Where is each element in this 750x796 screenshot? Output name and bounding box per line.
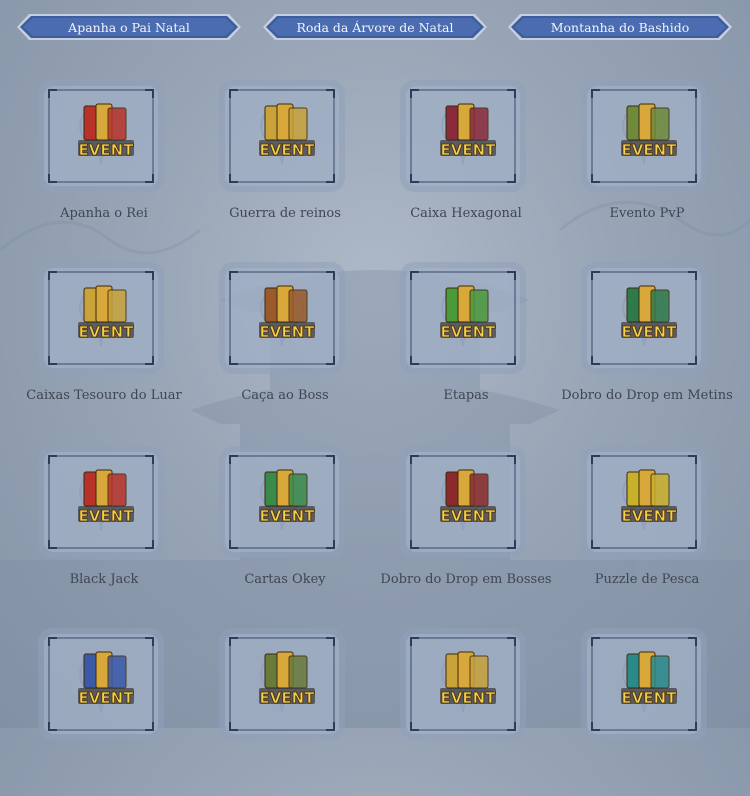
event-label: Caixas Tesouro do Luar <box>26 388 182 403</box>
tab-label: Roda da Árvore de Natal <box>296 19 454 35</box>
event-tile: EVENT Dobro do Drop em Bosses <box>380 444 566 614</box>
boss-hunt-icon: EVENT <box>255 282 319 346</box>
event-button[interactable]: EVENT <box>217 626 347 742</box>
event-badge-text: EVENT <box>622 141 678 159</box>
event-badge-text: EVENT <box>260 141 316 159</box>
tab-christmas-tree-wheel[interactable]: Roda da Árvore de Natal <box>263 13 487 41</box>
tab-bashido-mountain[interactable]: Montanha do Bashido <box>508 13 732 41</box>
tab-catch-santa[interactable]: Apanha o Pai Natal <box>17 13 241 41</box>
event-tile: EVENT Puzzle de Pesca <box>567 444 747 614</box>
event-tile: EVENT <box>205 626 385 796</box>
event-tile: EVENT <box>386 626 566 796</box>
event-badge-text: EVENT <box>79 141 135 159</box>
event-badge-text: EVENT <box>260 507 316 525</box>
event-tile: EVENT Caixa Hexagonal <box>386 78 566 248</box>
event-button[interactable]: EVENT <box>579 78 709 194</box>
bow-weapon-icon: EVENT <box>255 648 319 712</box>
event-label: Dobro do Drop em Metins <box>561 388 733 403</box>
event-tile: EVENT Dobro do Drop em Metins <box>561 260 747 430</box>
event-label: Caixa Hexagonal <box>410 206 522 221</box>
event-badge: EVENT <box>78 323 135 342</box>
event-button[interactable]: EVENT <box>217 260 347 376</box>
event-label: Cartas Okey <box>244 572 326 587</box>
event-badge-text: EVENT <box>441 689 497 707</box>
event-button[interactable]: EVENT <box>217 78 347 194</box>
tab-label: Montanha do Bashido <box>550 19 690 35</box>
event-label: Puzzle de Pesca <box>594 572 700 587</box>
boss-drop-icon: EVENT <box>436 466 500 530</box>
okey-cards-icon: EVENT <box>255 466 319 530</box>
dragon-icon: EVENT <box>617 648 681 712</box>
event-badge-text: EVENT <box>622 507 678 525</box>
event-button[interactable]: EVENT <box>398 626 528 742</box>
event-tile: EVENT Black Jack <box>24 444 204 614</box>
event-badge-text: EVENT <box>79 507 135 525</box>
event-tile: EVENT <box>567 626 747 796</box>
event-badge: EVENT <box>440 507 497 526</box>
tab-label: Apanha o Pai Natal <box>68 19 190 35</box>
event-tile: EVENT Guerra de reinos <box>205 78 385 248</box>
kingdom-banners-icon: EVENT <box>255 100 319 164</box>
event-tile: EVENT Apanha o Rei <box>24 78 204 248</box>
event-badge-text: EVENT <box>622 689 678 707</box>
event-badge: EVENT <box>621 689 678 708</box>
event-button[interactable]: EVENT <box>36 78 166 194</box>
event-button[interactable]: EVENT <box>398 444 528 560</box>
crossed-swords-icon: EVENT <box>617 100 681 164</box>
event-label: Caça ao Boss <box>241 388 329 403</box>
event-label: Evento PvP <box>609 206 685 221</box>
green-claw-icon: EVENT <box>436 282 500 346</box>
event-tile: EVENT Cartas Okey <box>205 444 385 614</box>
event-badge: EVENT <box>259 323 316 342</box>
event-badge: EVENT <box>78 141 135 160</box>
event-badge: EVENT <box>259 507 316 526</box>
event-badge-text: EVENT <box>260 323 316 341</box>
event-badge: EVENT <box>621 323 678 342</box>
cards-crown-icon: EVENT <box>74 100 138 164</box>
gems-icon: EVENT <box>436 648 500 712</box>
event-button[interactable]: EVENT <box>36 626 166 742</box>
event-badge-text: EVENT <box>79 689 135 707</box>
metin-stone-icon: EVENT <box>617 282 681 346</box>
event-badge-text: EVENT <box>441 141 497 159</box>
books-icon: EVENT <box>74 648 138 712</box>
event-label: Apanha o Rei <box>60 206 148 221</box>
event-button[interactable]: EVENT <box>36 260 166 376</box>
event-badge: EVENT <box>259 141 316 160</box>
event-tile: EVENT Caça ao Boss <box>205 260 385 430</box>
event-button[interactable]: EVENT <box>579 444 709 560</box>
event-badge: EVENT <box>78 507 135 526</box>
event-button[interactable]: EVENT <box>398 78 528 194</box>
event-badge: EVENT <box>440 323 497 342</box>
event-badge: EVENT <box>440 689 497 708</box>
event-badge-text: EVENT <box>441 507 497 525</box>
event-badge: EVENT <box>440 141 497 160</box>
event-label: Etapas <box>443 388 489 403</box>
event-label: Black Jack <box>69 572 139 587</box>
event-badge-text: EVENT <box>79 323 135 341</box>
event-label: Guerra de reinos <box>229 206 341 221</box>
event-tile: EVENT Etapas <box>386 260 566 430</box>
event-badge: EVENT <box>259 689 316 708</box>
fishing-puzzle-icon: EVENT <box>617 466 681 530</box>
event-tile: EVENT Caixas Tesouro do Luar <box>24 260 204 430</box>
playing-cards-icon: EVENT <box>74 466 138 530</box>
event-tile: EVENT Evento PvP <box>567 78 747 248</box>
hexagon-box-icon: EVENT <box>436 100 500 164</box>
gold-chest-icon: EVENT <box>74 282 138 346</box>
event-badge-text: EVENT <box>441 323 497 341</box>
event-badge-text: EVENT <box>622 323 678 341</box>
event-label: Dobro do Drop em Bosses <box>380 572 552 587</box>
event-badge: EVENT <box>78 689 135 708</box>
event-button[interactable]: EVENT <box>579 626 709 742</box>
event-button[interactable]: EVENT <box>398 260 528 376</box>
event-button[interactable]: EVENT <box>217 444 347 560</box>
event-badge-text: EVENT <box>260 689 316 707</box>
event-badge: EVENT <box>621 507 678 526</box>
event-tile: EVENT <box>24 626 204 796</box>
event-button[interactable]: EVENT <box>36 444 166 560</box>
event-button[interactable]: EVENT <box>579 260 709 376</box>
event-badge: EVENT <box>621 141 678 160</box>
